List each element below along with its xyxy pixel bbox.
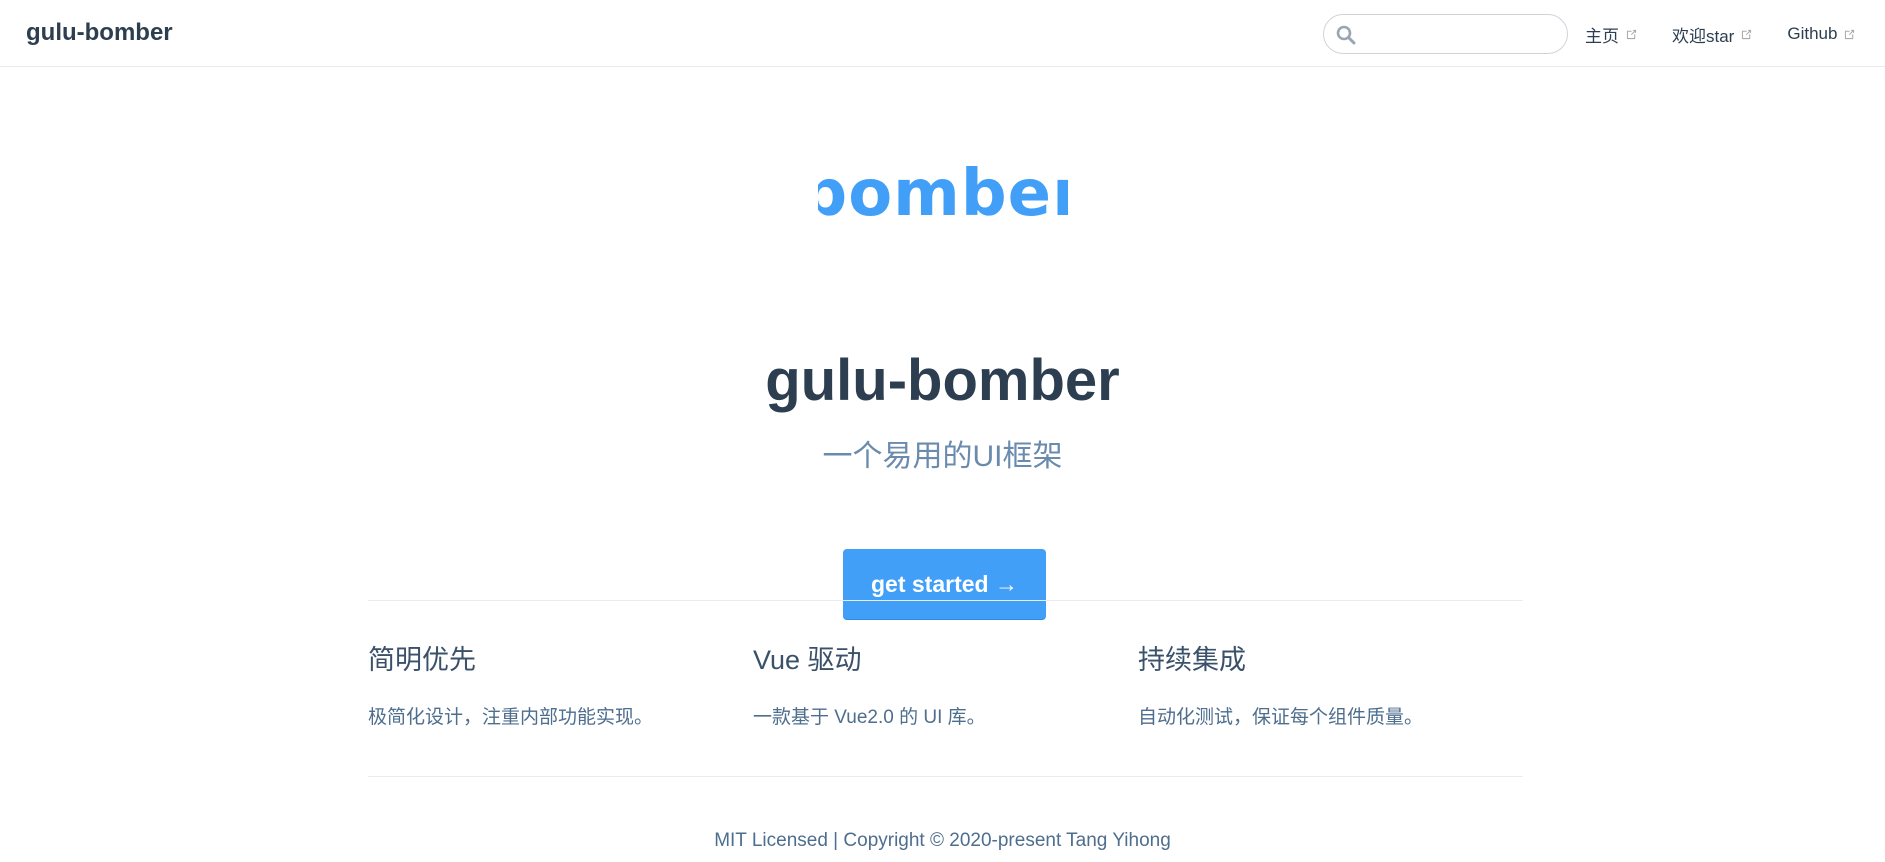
- feature-details: 极简化设计，注重内部功能实现。: [368, 707, 654, 728]
- search-box[interactable]: [1323, 14, 1568, 55]
- feature-title: Vue 驱动: [753, 645, 862, 675]
- feature-title: 简明优先: [368, 645, 476, 675]
- feature-details: 一款基于 Vue2.0 的 UI 库。: [753, 707, 986, 728]
- nav-links: 主页 欢迎star Github: [1585, 20, 1856, 48]
- footer: MIT Licensed | Copyright © 2020-present …: [714, 830, 1171, 851]
- site-name-link[interactable]: gulu-bomber: [26, 17, 173, 49]
- bomber-logo: bomber: [818, 157, 1068, 231]
- search-input[interactable]: [1364, 15, 1563, 55]
- feature-item: Vue 驱动 一款基于 Vue2.0 的 UI 库。: [753, 640, 1138, 732]
- external-link-icon: [1626, 29, 1637, 39]
- feature-item: 持续集成 自动化测试，保证每个组件质量。: [1138, 640, 1523, 732]
- navbar: gulu-bomber 主页 欢迎star Github: [0, 0, 1885, 67]
- nav-link-home-label: 主页: [1585, 26, 1619, 46]
- nav-link-star[interactable]: 欢迎star: [1672, 22, 1753, 47]
- nav-link-star-label: 欢迎star: [1672, 26, 1735, 46]
- feature-title: 持续集成: [1138, 645, 1246, 675]
- get-started-button[interactable]: get started →: [843, 549, 1046, 620]
- external-link-icon: [1845, 29, 1855, 39]
- divider-top: [368, 600, 1523, 601]
- external-link-icon: [1742, 29, 1752, 39]
- hero-title: gulu-bomber: [765, 347, 1120, 413]
- nav-link-github-label: Github: [1787, 24, 1838, 43]
- hero-description: 一个易用的UI框架: [822, 440, 1063, 473]
- svg-text:bomber: bomber: [818, 157, 1068, 231]
- feature-details: 自动化测试，保证每个组件质量。: [1138, 707, 1424, 728]
- divider-bottom: [368, 776, 1523, 777]
- nav-link-home[interactable]: 主页: [1585, 22, 1638, 47]
- nav-link-github[interactable]: Github: [1787, 24, 1856, 44]
- features: 简明优先 极简化设计，注重内部功能实现。 Vue 驱动 一款基于 Vue2.0 …: [368, 640, 1523, 732]
- feature-item: 简明优先 极简化设计，注重内部功能实现。: [368, 640, 753, 732]
- search-icon: [1336, 25, 1356, 45]
